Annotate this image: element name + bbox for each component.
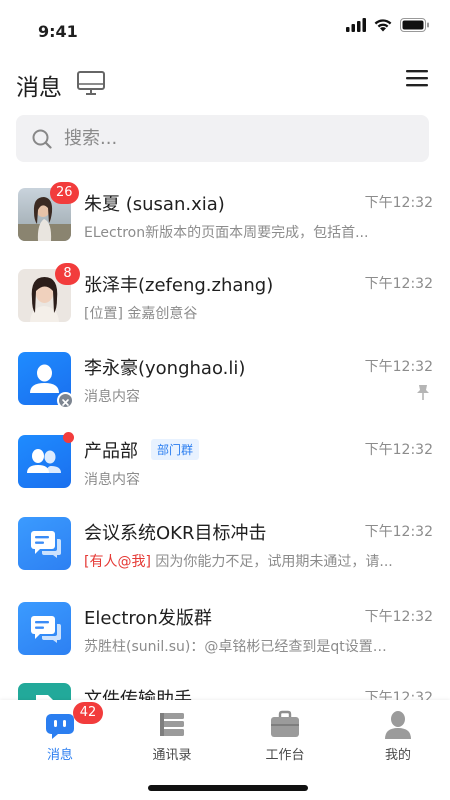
mention-tag: [有人@我]	[84, 554, 151, 570]
status-bar: 9:41	[0, 0, 450, 56]
conversation-preview: [位置] 金嘉创意谷	[84, 306, 198, 322]
conversation-preview: ELectron新版本的页面本周要完成，包括首...	[84, 225, 369, 241]
tab-label: 通讯录	[152, 748, 192, 763]
conversation-item[interactable]: 8 张泽丰(zefeng.zhang) 下午12:32 [位置] 金嘉创意谷	[0, 263, 450, 351]
conversation-name: 产品部	[84, 441, 138, 462]
tab-messages[interactable]: 42 消息	[15, 700, 105, 770]
status-icons	[346, 18, 430, 32]
tab-badge: 42	[73, 702, 103, 724]
tab-contacts[interactable]: 通讯录	[127, 700, 217, 770]
conversation-preview: 苏胜柱(sunil.su)：@卓铭彬已经查到是qt设置的...	[84, 639, 396, 655]
home-indicator	[148, 785, 308, 791]
avatar	[18, 602, 71, 655]
conversation-time: 下午12:32	[364, 359, 433, 375]
unread-dot	[63, 432, 74, 443]
group-icon	[27, 449, 61, 473]
tab-label: 工作台	[265, 748, 305, 763]
briefcase-icon	[271, 710, 299, 737]
conversation-item[interactable]: 李永豪(yonghao.li) 下午12:32 消息内容	[0, 352, 450, 434]
tab-workbench[interactable]: 工作台	[240, 700, 330, 770]
conversation-name: Electron发版群	[84, 608, 212, 629]
conversation-time: 下午12:32	[364, 609, 433, 625]
message-icon	[46, 714, 74, 739]
header: 消息	[0, 58, 450, 108]
conversation-name: 李永豪(yonghao.li)	[84, 358, 246, 379]
tab-label: 我的	[384, 748, 411, 763]
tab-me[interactable]: 我的	[353, 700, 443, 770]
signal-icon	[346, 18, 366, 32]
monitor-icon[interactable]	[76, 70, 106, 96]
conversation-preview: [有人@我] 因为你能力不足，试用期未通过，请...	[84, 551, 396, 571]
search-bar[interactable]	[16, 115, 429, 162]
chat-icon	[31, 616, 61, 643]
group-tag: 部门群	[151, 439, 200, 460]
preview-text: 因为你能力不足，试用期未通过，请...	[150, 554, 393, 570]
conversation-time: 下午12:32	[364, 524, 433, 540]
conversation-item[interactable]: 会议系统OKR目标冲击 下午12:32 [有人@我] 因为你能力不足，试用期未通…	[0, 517, 450, 599]
conversation-name: 会议系统OKR目标冲击	[84, 523, 267, 544]
conversation-name: 张泽丰(zefeng.zhang)	[84, 275, 274, 296]
conversation-preview: 消息内容	[84, 472, 140, 488]
conversation-name: 朱夏 (susan.xia)	[84, 194, 225, 215]
tab-label: 消息	[46, 748, 73, 763]
search-icon	[32, 129, 52, 149]
user-icon	[385, 711, 411, 739]
conversation-time: 下午12:32	[364, 276, 433, 292]
status-time: 9:41	[38, 22, 78, 41]
conversation-preview: 消息内容	[84, 389, 140, 405]
menu-icon[interactable]	[406, 68, 428, 88]
conversation-item[interactable]: 26 朱夏 (susan.xia) 下午12:32 ELectron新版本的页面…	[0, 182, 450, 270]
conversation-time: 下午12:32	[364, 442, 433, 458]
wifi-icon	[374, 19, 392, 32]
unread-badge: 8	[55, 263, 80, 285]
conversation-item[interactable]: 产品部 部门群 下午12:32 消息内容	[0, 432, 450, 517]
pin-icon	[417, 385, 429, 400]
offline-status-icon	[57, 392, 74, 409]
conversation-item[interactable]: Electron发版群 下午12:32 苏胜柱(sunil.su)：@卓铭彬已经…	[0, 602, 450, 684]
unread-badge: 26	[50, 182, 79, 204]
search-input[interactable]	[64, 123, 404, 153]
conversation-time: 下午12:32	[364, 195, 433, 211]
contacts-icon	[160, 713, 184, 736]
chat-icon	[31, 531, 61, 558]
battery-icon	[400, 18, 429, 32]
avatar	[18, 435, 71, 488]
avatar	[18, 517, 71, 570]
page-title: 消息	[16, 75, 62, 101]
